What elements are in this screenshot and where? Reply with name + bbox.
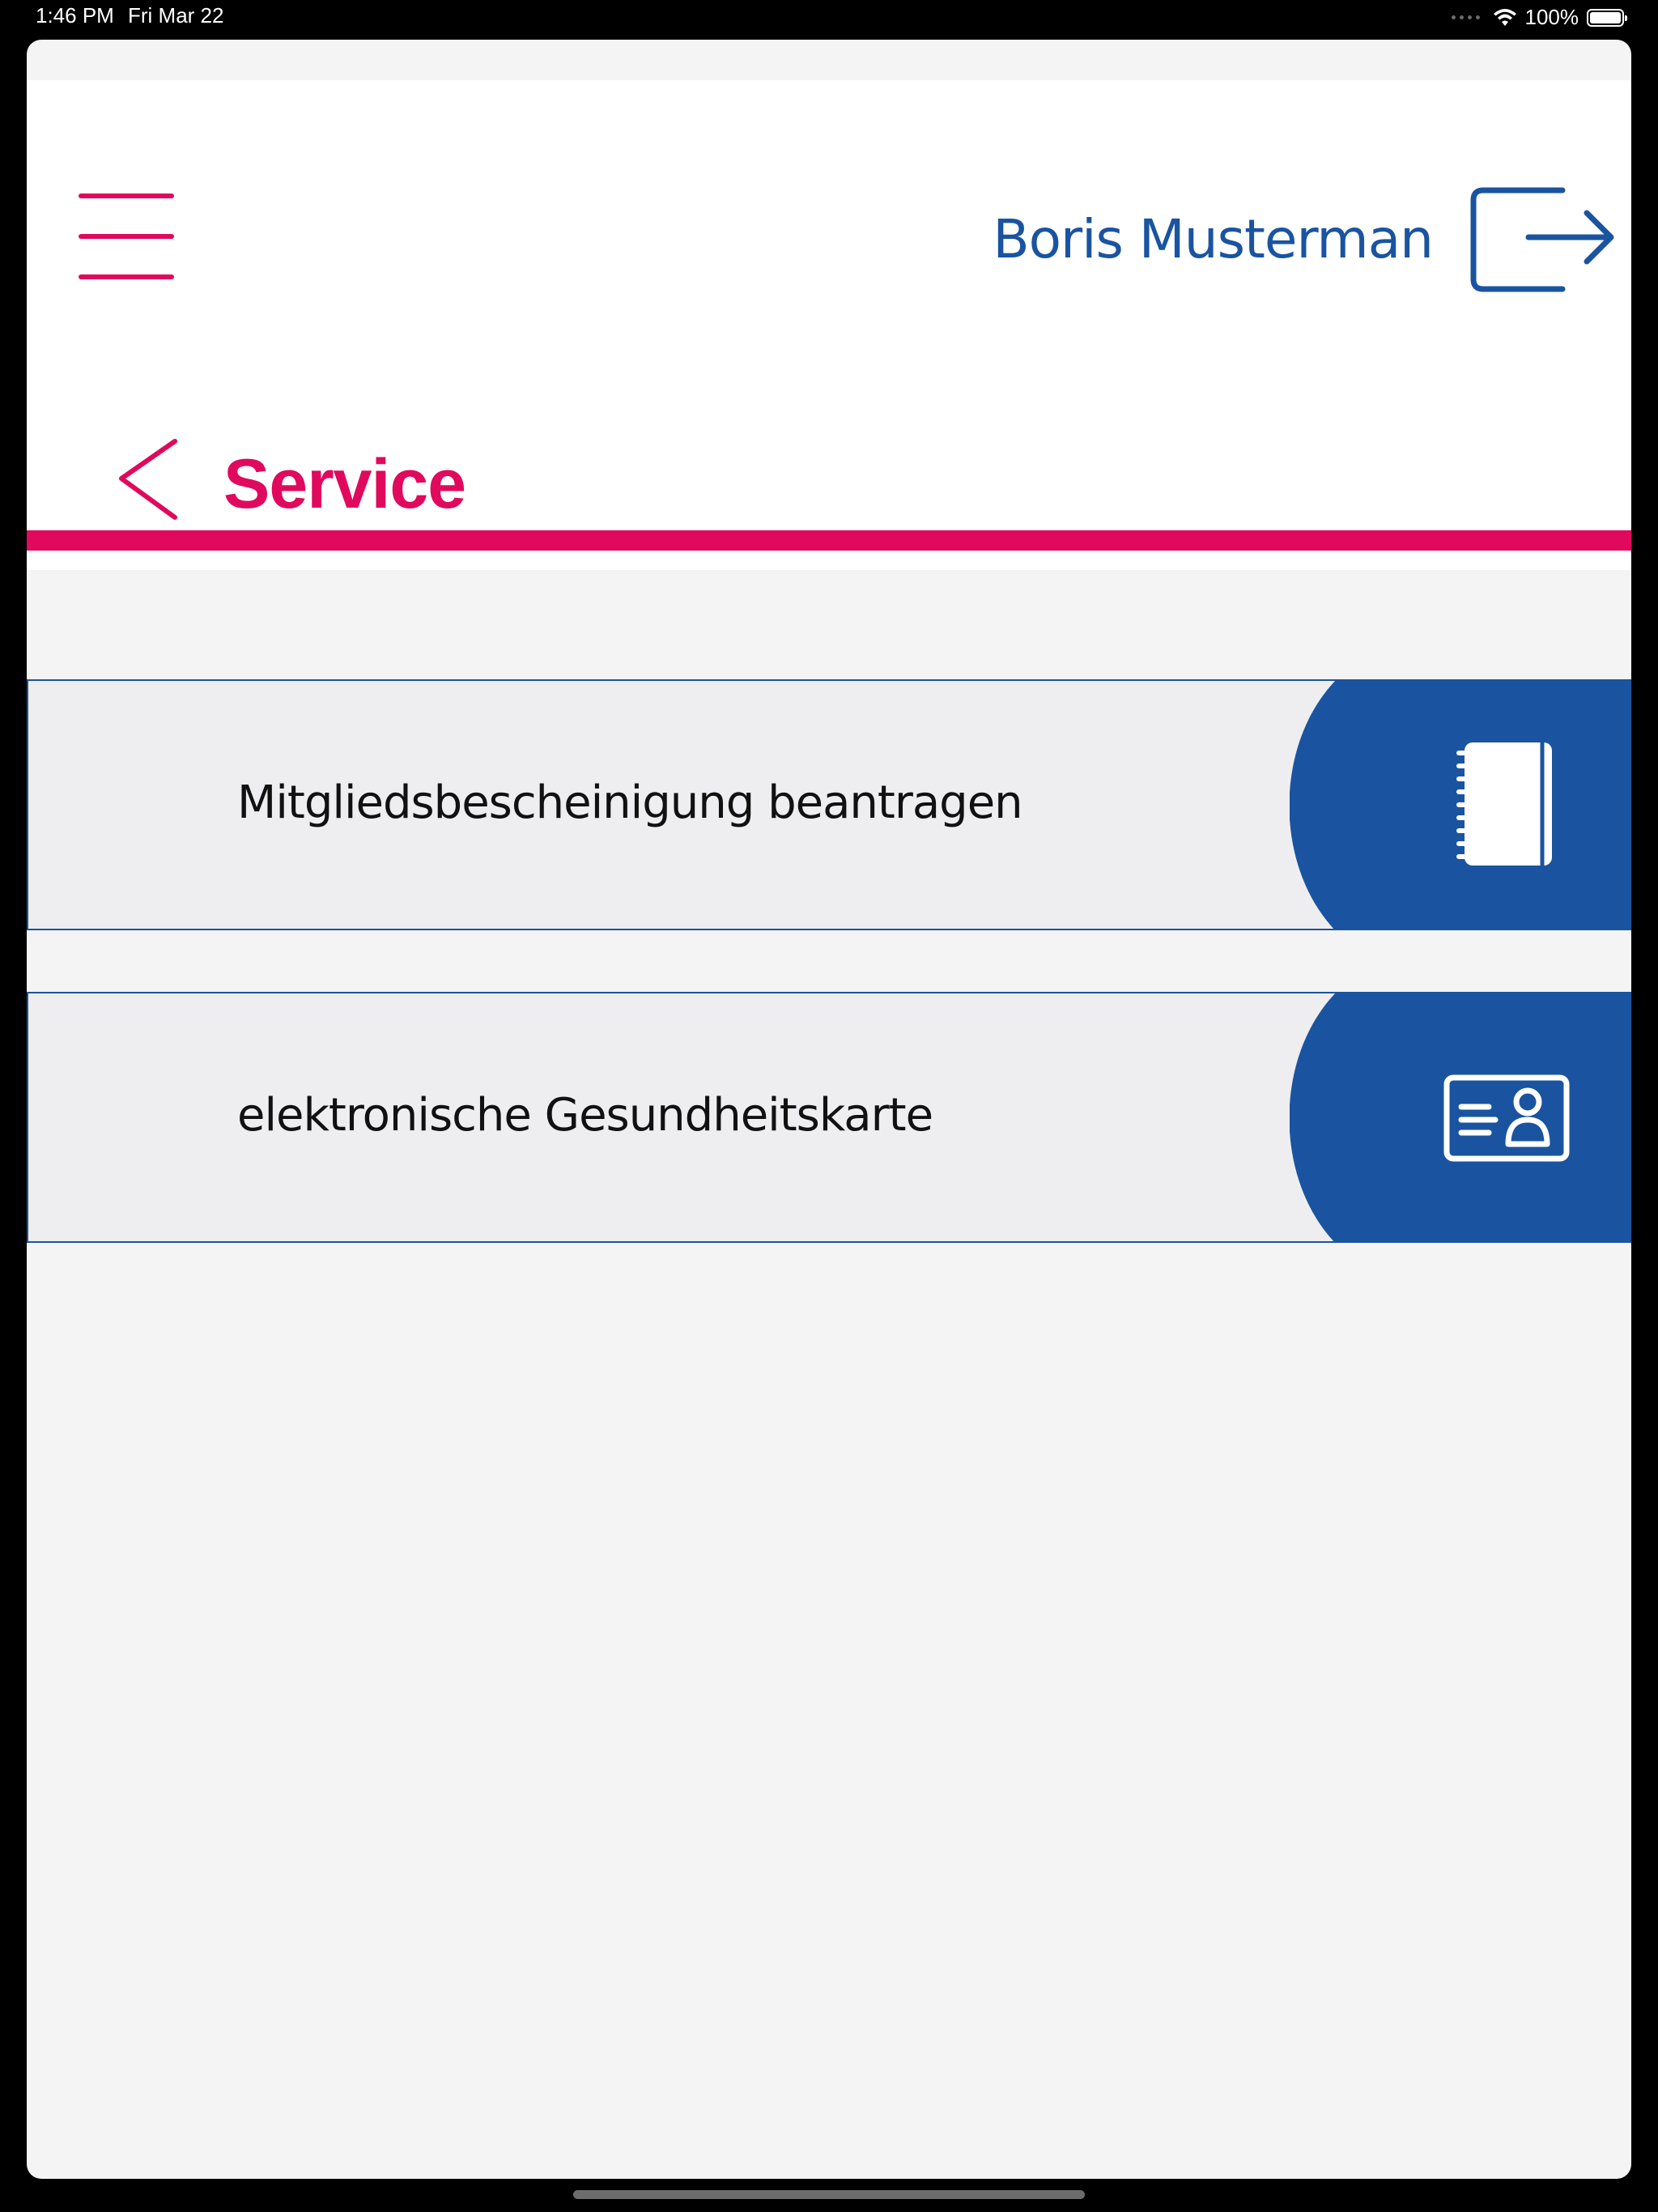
app-window: Boris Musterman Service Mitgliedsbeschei…: [27, 40, 1631, 2179]
status-date: Fri Mar 22: [128, 3, 224, 28]
notebook-icon: [1456, 742, 1552, 866]
battery-icon: [1587, 8, 1627, 27]
app-header: Boris Musterman Service: [27, 80, 1631, 570]
hamburger-menu-icon[interactable]: [79, 194, 174, 279]
accent-divider: [27, 530, 1631, 551]
service-item-label: elektronische Gesundheitskarte: [237, 1089, 933, 1142]
page-title: Service: [223, 445, 466, 523]
status-bar: 1:46 PM Fri Mar 22 100%: [0, 0, 1658, 39]
chevron-left-icon[interactable]: [112, 436, 185, 525]
status-indicators: 100%: [1451, 5, 1627, 30]
id-card-icon: [1443, 1074, 1570, 1162]
cellular-dots-icon: [1451, 15, 1480, 19]
home-indicator[interactable]: [573, 2190, 1085, 2199]
logout-icon[interactable]: [1465, 179, 1619, 300]
service-item-membership-certificate[interactable]: Mitgliedsbescheinigung beantragen: [27, 679, 1631, 930]
battery-percent: 100%: [1524, 5, 1579, 29]
wifi-icon: [1493, 8, 1516, 26]
status-time: 1:46 PM: [36, 3, 114, 28]
user-name[interactable]: Boris Musterman: [993, 208, 1434, 270]
service-item-health-card[interactable]: elektronische Gesundheitskarte: [27, 992, 1631, 1243]
service-item-label: Mitgliedsbescheinigung beantragen: [237, 776, 1023, 829]
